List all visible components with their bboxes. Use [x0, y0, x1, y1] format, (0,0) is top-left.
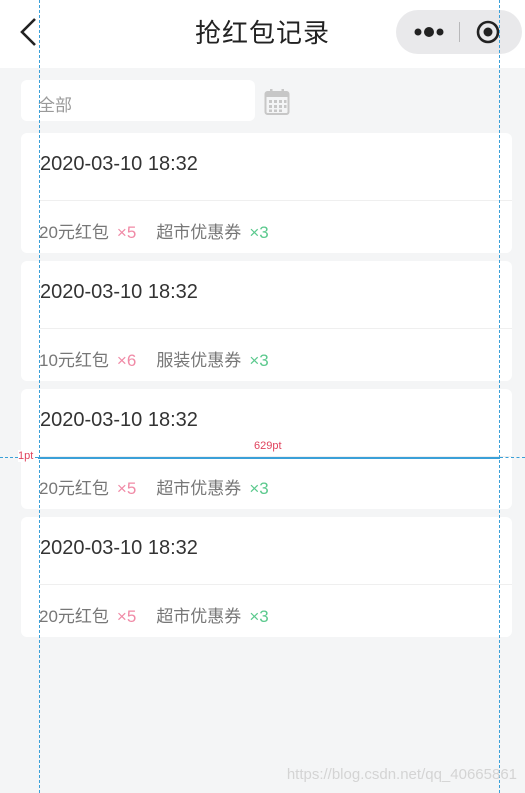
- record-card[interactable]: 2020-03-10 18:32 10元红包 ×6 服装优惠券 ×3: [21, 261, 512, 381]
- nav-bar: 抢红包记录: [0, 0, 525, 68]
- measure-label-offset: 1pt: [18, 450, 34, 462]
- record-prizes: 20元红包 ×5 超市优惠券 ×3: [39, 474, 269, 499]
- card-divider: [40, 328, 512, 329]
- record-card[interactable]: 2020-03-10 18:32 20元红包 ×5 超市优惠券 ×3: [21, 133, 512, 253]
- prize-quantity: ×5: [116, 607, 137, 626]
- prize-name: 超市优惠券: [156, 223, 242, 242]
- prize-quantity: ×3: [249, 351, 269, 370]
- card-divider: [40, 200, 512, 201]
- prize-name: 10元红包: [39, 351, 109, 370]
- filter-value: 全部: [38, 96, 72, 115]
- prize-name: 20元红包: [39, 223, 109, 242]
- record-time: 2020-03-10 18:32: [40, 153, 198, 175]
- prize-quantity: ×3: [249, 607, 269, 626]
- prize-name: 超市优惠券: [156, 479, 242, 498]
- calendar-icon: [264, 89, 290, 115]
- record-prizes: 20元红包 ×5 超市优惠券 ×3: [39, 218, 269, 243]
- prize-name: 20元红包: [39, 607, 109, 626]
- guide-line-horizontal: [38, 457, 500, 459]
- guide-line-horizontal-right: [500, 457, 525, 458]
- record-time: 2020-03-10 18:32: [40, 409, 198, 431]
- record-time: 2020-03-10 18:32: [40, 537, 198, 559]
- measure-label-width: 629pt: [254, 440, 282, 452]
- prize-name: 超市优惠券: [156, 607, 242, 626]
- capsule-divider: [459, 22, 460, 42]
- watermark: https://blog.csdn.net/qq_40665861: [286, 766, 517, 783]
- target-circle-icon: [476, 20, 500, 44]
- prize-quantity: ×3: [249, 479, 269, 498]
- prize-quantity: ×5: [116, 479, 137, 498]
- more-button[interactable]: [408, 10, 460, 54]
- calendar-button[interactable]: [264, 88, 290, 116]
- prize-name: 服装优惠券: [156, 351, 242, 370]
- miniprogram-capsule: [396, 10, 522, 54]
- record-card[interactable]: 2020-03-10 18:32 20元红包 ×5 超市优惠券 ×3: [21, 517, 512, 637]
- close-miniprogram-button[interactable]: [468, 10, 518, 54]
- record-prizes: 10元红包 ×6 服装优惠券 ×3: [39, 346, 269, 371]
- prize-quantity: ×3: [249, 223, 269, 242]
- guide-line-right: [499, 0, 500, 793]
- card-divider: [40, 584, 512, 585]
- record-prizes: 20元红包 ×5 超市优惠券 ×3: [39, 602, 269, 627]
- record-time: 2020-03-10 18:32: [40, 281, 198, 303]
- prize-quantity: ×6: [116, 351, 137, 370]
- more-dots-icon: [414, 27, 444, 37]
- prize-name: 20元红包: [39, 479, 109, 498]
- prize-quantity: ×5: [116, 223, 137, 242]
- guide-line-left: [39, 0, 40, 793]
- filter-select[interactable]: 全部: [21, 80, 255, 121]
